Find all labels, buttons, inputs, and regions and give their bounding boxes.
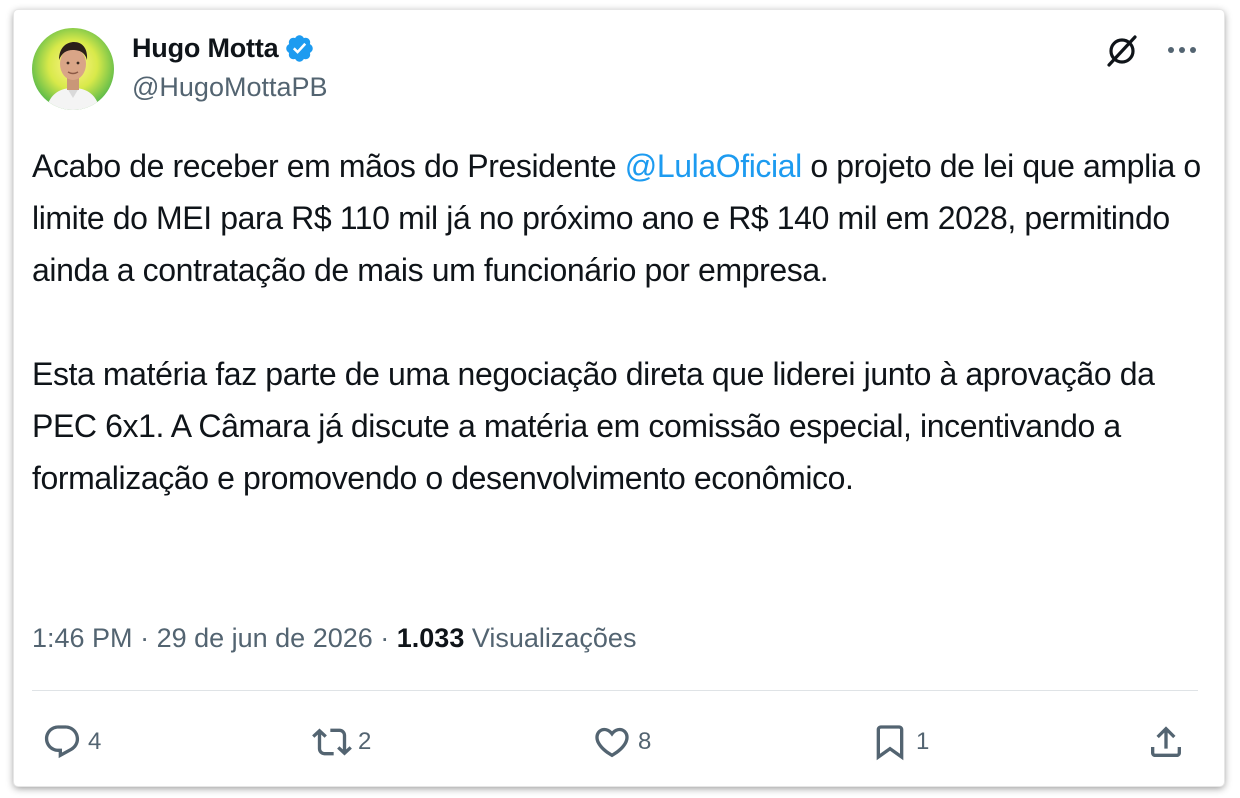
reply-icon: [44, 725, 80, 759]
tweet-date[interactable]: 29 de jun de 2026: [157, 623, 373, 654]
author-name-row: Hugo Motta: [132, 30, 315, 66]
bookmark-button[interactable]: 1: [870, 720, 929, 764]
bookmark-count: 1: [916, 728, 930, 755]
like-count: 8: [638, 728, 652, 755]
mention-link[interactable]: @LulaOficial: [625, 148, 802, 184]
share-button[interactable]: [1146, 720, 1186, 764]
like-button[interactable]: 8: [592, 720, 651, 764]
bookmark-icon: [876, 725, 904, 761]
tweet-paragraph-1: Acabo de receber em mãos do Presidente @…: [32, 140, 1207, 296]
reply-button[interactable]: 4: [42, 720, 101, 764]
author-handle[interactable]: @HugoMottaPB: [132, 72, 328, 103]
tweet-time[interactable]: 1:46 PM: [32, 623, 133, 654]
tweet-meta: 1:46 PM · 29 de jun de 2026 · 1.033 Visu…: [32, 618, 636, 658]
views-count: 1.033: [396, 622, 465, 653]
repost-icon: [312, 728, 352, 756]
tweet-paragraph-2: Esta matéria faz parte de uma negociação…: [32, 356, 1155, 496]
repost-count: 2: [358, 728, 372, 755]
tweet-text-segment: Acabo de receber em mãos do Presidente: [32, 148, 625, 184]
grok-icon[interactable]: [1102, 30, 1142, 70]
more-icon[interactable]: [1162, 32, 1202, 68]
avatar-image: [46, 42, 100, 110]
like-icon: [595, 727, 629, 758]
avatar[interactable]: [32, 28, 114, 110]
divider: [32, 690, 1198, 691]
meta-separator: ·: [372, 622, 397, 653]
verified-badge-icon: [284, 33, 315, 64]
meta-separator: ·: [132, 622, 157, 653]
views-label: Visualizações: [464, 622, 637, 653]
reply-count: 4: [88, 728, 102, 755]
repost-button[interactable]: 2: [312, 720, 371, 764]
display-name[interactable]: Hugo Motta: [132, 33, 279, 64]
share-icon: [1151, 726, 1181, 757]
tweet-card: Hugo Motta @HugoMottaPB Acabo de receber…: [14, 10, 1224, 786]
tweet-text: Acabo de receber em mãos do Presidente @…: [32, 140, 1207, 504]
